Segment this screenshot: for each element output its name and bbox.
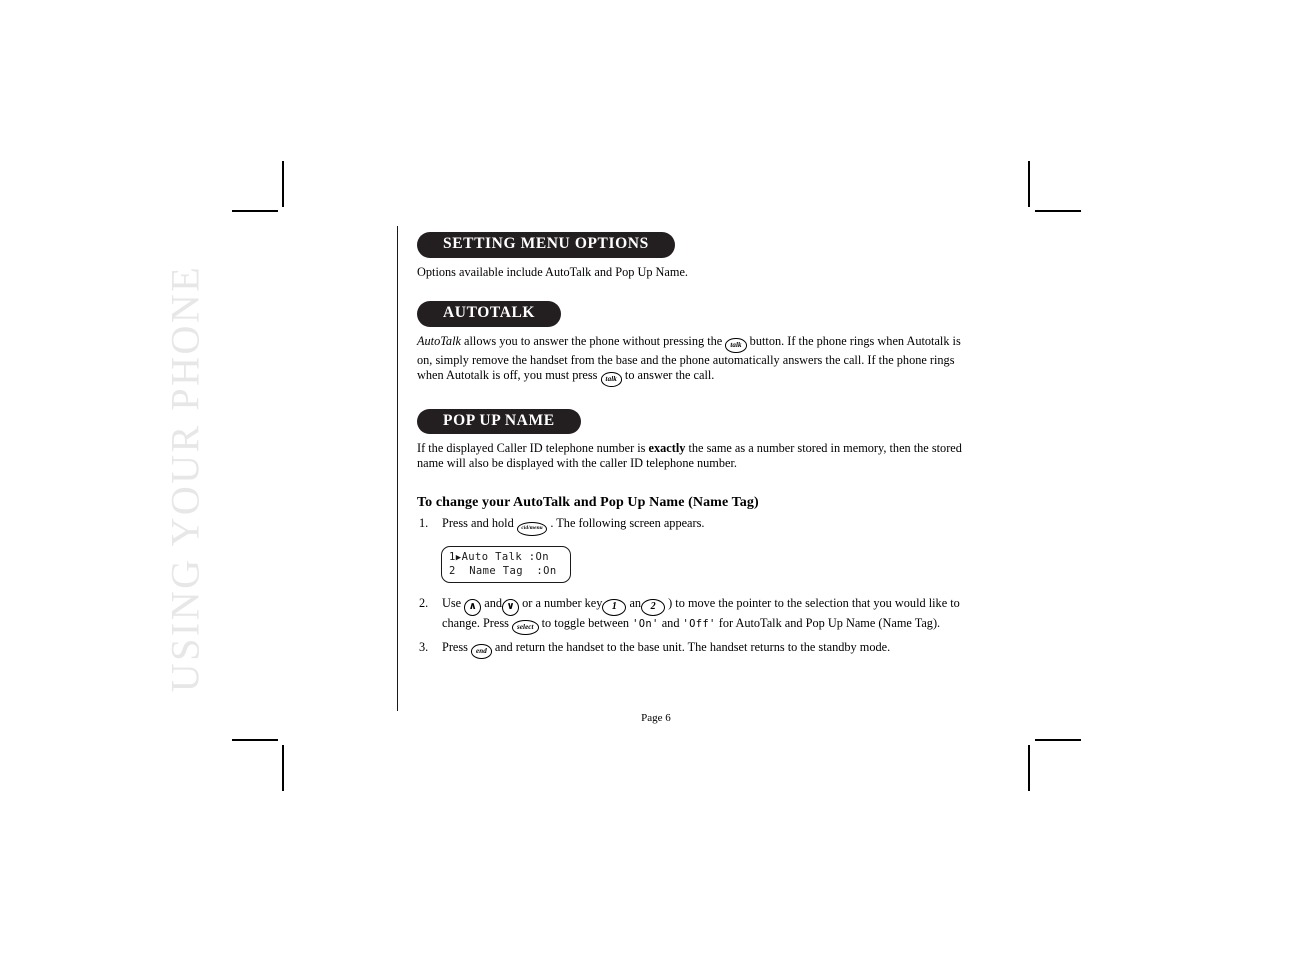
crop-mark-bottom-right-vertical bbox=[1028, 745, 1030, 791]
procedure-step-1: 1. Press and hold cid/menu . The followin… bbox=[417, 516, 977, 536]
pill-label-setting-menu-options: SETTING MENU OPTIONS bbox=[417, 232, 675, 258]
step-2-text-7: and bbox=[658, 615, 683, 630]
autotalk-text-1: allows you to answer the phone without p… bbox=[460, 333, 726, 348]
procedure-step-2: 2. Use ∧ and ∨ or a number key 1 an 2 ) to m… bbox=[417, 596, 977, 635]
lcd-line-1: 1▶Auto Talk :On bbox=[449, 551, 570, 565]
procedure-subheading: To change your AutoTalk and Pop Up Name … bbox=[417, 494, 759, 510]
crop-mark-top-right-horizontal bbox=[1035, 210, 1081, 212]
lcd-line-2-label: Name Tag bbox=[469, 564, 523, 577]
step-1-number: 1. bbox=[419, 515, 429, 530]
lcd-line-1-label: Auto Talk bbox=[461, 550, 523, 563]
lcd-line-2-value: :On bbox=[536, 564, 557, 577]
page-number: Page 6 bbox=[641, 712, 671, 724]
value-on-literal: 'On' bbox=[632, 617, 659, 630]
cid-menu-key-icon: cid/menu bbox=[516, 521, 548, 536]
pill-label-pop-up-name: POP UP NAME bbox=[417, 408, 581, 435]
value-off-literal: 'Off' bbox=[682, 617, 716, 630]
end-key-icon: end bbox=[471, 644, 492, 659]
registration-bar-right bbox=[1028, 161, 1030, 207]
registration-bar-left bbox=[282, 161, 284, 207]
crop-mark-top-left-horizontal bbox=[232, 210, 278, 212]
step-2-text-4: an bbox=[626, 595, 642, 610]
step-2-text-3: or a number key bbox=[519, 595, 603, 610]
down-arrow-key-icon: ∨ bbox=[502, 598, 520, 616]
pop-up-name-text-1: If the displayed Caller ID telephone num… bbox=[417, 441, 649, 456]
section-heading-autotalk: AUTOTALK bbox=[417, 301, 977, 327]
step-1-text-1: Press and hold bbox=[442, 515, 517, 530]
talk-key-icon: talk bbox=[725, 338, 747, 353]
step-2-text-8: for AutoTalk and Pop Up Name (Name Tag). bbox=[715, 615, 941, 630]
digit-two-key-icon: 2 bbox=[641, 598, 666, 616]
step-3-text-1: Press bbox=[442, 639, 472, 654]
select-key-icon: select bbox=[512, 620, 539, 635]
procedure-step-3: 3. Press end and return the handset to th… bbox=[417, 640, 977, 659]
lcd-line-1-value: :On bbox=[528, 550, 549, 563]
lcd-screen-figure: 1▶Auto Talk :On 2 Name Tag :On bbox=[441, 545, 571, 583]
spacer-after-setting-menu-options bbox=[417, 279, 977, 301]
section-heading-setting-menu-options: SETTING MENU OPTIONS bbox=[417, 232, 977, 258]
step-3-text-2: and return the handset to the base unit.… bbox=[491, 639, 891, 654]
digit-one-key-icon: 1 bbox=[602, 598, 627, 616]
chapter-vertical-title: USING YOUR PHONE bbox=[162, 264, 208, 693]
step-2-text-2: and bbox=[481, 595, 503, 610]
lcd-line-1-index: 1 bbox=[449, 550, 456, 563]
pill-label-autotalk: AUTOTALK bbox=[417, 301, 562, 327]
crop-mark-bottom-right-horizontal bbox=[1035, 739, 1081, 741]
step-2-number: 2. bbox=[419, 595, 429, 610]
section-heading-pop-up-name: POP UP NAME bbox=[417, 408, 977, 435]
page-content: SETTING MENU OPTIONS Options available i… bbox=[417, 232, 977, 659]
page-footer: Page 6 bbox=[0, 712, 1312, 724]
crop-mark-bottom-left-vertical bbox=[282, 745, 284, 791]
step-2-text-6: to toggle between bbox=[538, 615, 633, 630]
step-1-text-2: . The following screen appears. bbox=[547, 515, 705, 530]
lcd-line-2: 2 Name Tag :On bbox=[449, 565, 570, 578]
autotalk-lead-italic: AutoTalk bbox=[417, 333, 461, 348]
autotalk-paragraph: AutoTalk allows you to answer the phone … bbox=[417, 334, 977, 387]
lcd-line-2-index: 2 bbox=[449, 564, 456, 577]
pop-up-name-paragraph: If the displayed Caller ID telephone num… bbox=[417, 441, 977, 470]
pop-up-name-bold-exactly: exactly bbox=[648, 441, 686, 456]
sidebar-vertical-rule bbox=[397, 226, 398, 711]
spacer-after-autotalk bbox=[417, 387, 977, 409]
crop-mark-bottom-left-horizontal bbox=[232, 739, 278, 741]
up-arrow-key-icon: ∧ bbox=[464, 598, 482, 616]
setting-menu-options-paragraph: Options available include AutoTalk and P… bbox=[417, 264, 688, 279]
step-2-text-1: Use bbox=[442, 595, 465, 610]
step-3-number: 3. bbox=[419, 639, 429, 654]
talk-key-icon-2: talk bbox=[600, 372, 622, 387]
autotalk-text-3: to answer the call. bbox=[621, 367, 715, 382]
